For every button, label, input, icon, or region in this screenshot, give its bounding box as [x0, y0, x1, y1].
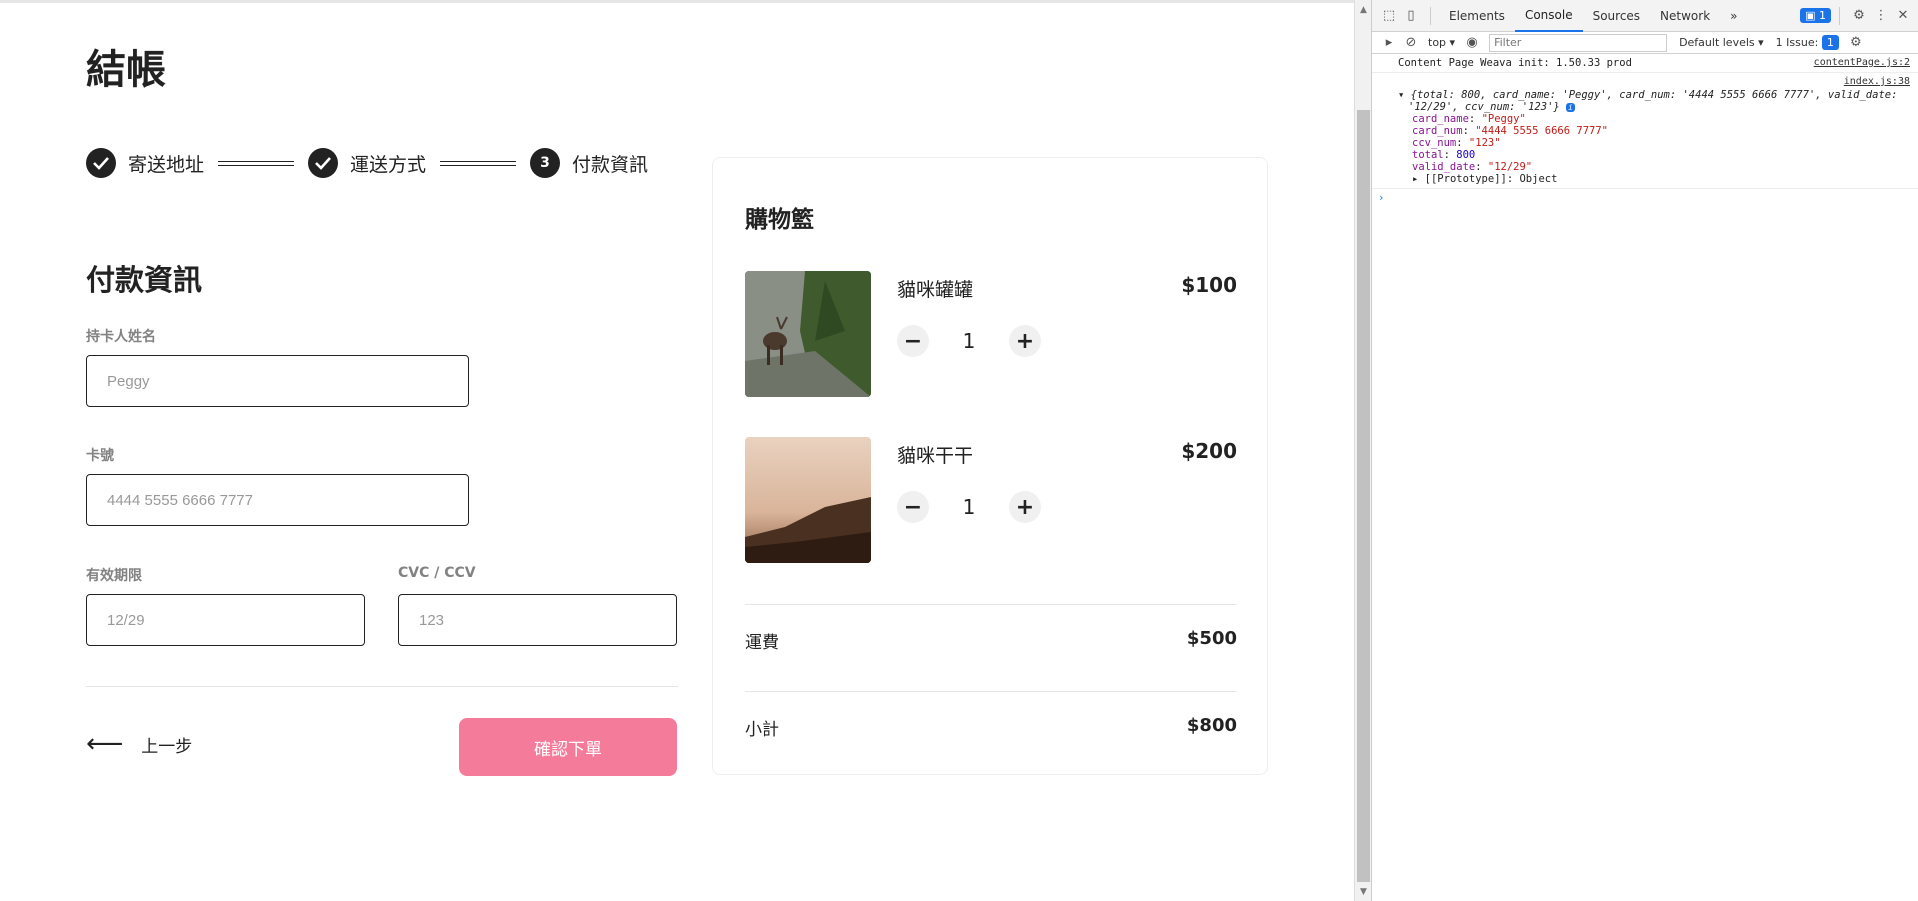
card-number-label: 卡號 — [86, 448, 114, 464]
check-icon — [86, 148, 116, 178]
step-label: 付款資訊 — [572, 153, 649, 176]
property-row: card_name: "Peggy" — [1412, 113, 1526, 125]
back-button[interactable]: ⟵ 上一步 — [86, 731, 192, 757]
console-message: Content Page Weava init: 1.50.33 prod co… — [1372, 54, 1918, 73]
divider — [86, 686, 678, 687]
checkout-page: 結帳 寄送地址 運送方式 3 付款資訊 付款資訊 持卡人姓名 卡號 有效期限 C… — [0, 0, 1354, 901]
inspect-icon[interactable]: ⬚ — [1378, 8, 1400, 23]
property-row: valid_date: "12/29" — [1412, 161, 1533, 173]
object-summary[interactable]: ▾ {total: 800, card_name: 'Peggy', card_… — [1398, 89, 1912, 101]
arrow-left-icon: ⟵ — [86, 729, 124, 759]
step-number: 3 — [530, 148, 561, 178]
check-icon — [308, 148, 339, 178]
expiry-label: 有效期限 — [86, 568, 142, 584]
shipping-value: $500 — [1186, 628, 1237, 649]
step-connector — [440, 160, 517, 166]
info-icon: i — [1566, 103, 1575, 112]
prototype-row[interactable]: ▸ [[Prototype]]: Object — [1412, 173, 1912, 185]
card-number-input[interactable] — [86, 474, 469, 526]
device-toggle-icon[interactable]: ▯ — [1400, 8, 1422, 23]
back-label: 上一步 — [141, 736, 193, 757]
cart-item: 貓咪干干 $200 − 1 + — [745, 437, 1237, 563]
page-scrollbar[interactable]: ▲ ▼ — [1354, 0, 1371, 901]
tab-console[interactable]: Console — [1514, 0, 1583, 32]
minus-icon[interactable]: − — [897, 325, 929, 357]
step-connector — [218, 160, 295, 166]
tab-sources[interactable]: Sources — [1583, 0, 1650, 32]
source-link[interactable]: contentPage.js:2 — [1814, 57, 1910, 68]
scrollbar-thumb[interactable] — [1357, 110, 1370, 882]
subtotal-label: 小計 — [745, 720, 779, 740]
divider — [745, 604, 1237, 605]
divider — [745, 691, 1237, 692]
scroll-up-icon[interactable]: ▲ — [1355, 2, 1372, 19]
item-name: 貓咪罐罐 — [897, 279, 974, 301]
expiry-input[interactable] — [86, 594, 365, 646]
shipping-label: 運費 — [745, 633, 779, 653]
context-select[interactable]: top ▾ — [1422, 36, 1461, 49]
console-output: Content Page Weava init: 1.50.33 prod co… — [1372, 54, 1918, 207]
card-name-input[interactable] — [86, 355, 469, 407]
cart-item: 貓咪罐罐 $100 − 1 + — [745, 271, 1237, 397]
item-quantity: 1 — [962, 495, 976, 519]
object-properties: card_name: "Peggy" card_num: "4444 5555 … — [1398, 113, 1912, 185]
clear-console-icon[interactable]: ⊘ — [1400, 35, 1422, 50]
plus-icon[interactable]: + — [1009, 325, 1041, 357]
step-label: 運送方式 — [350, 153, 427, 176]
more-tabs-button[interactable]: » — [1720, 0, 1747, 32]
property-row: card_num: "4444 5555 6666 7777" — [1412, 125, 1608, 137]
devtools-tabbar: ⬚ ▯ Elements Console Sources Network » ▣… — [1372, 0, 1918, 32]
product-image — [745, 437, 871, 563]
tab-elements[interactable]: Elements — [1439, 0, 1515, 32]
ccv-input[interactable] — [398, 594, 677, 646]
quantity-stepper: − 1 + — [897, 491, 1041, 523]
shipping-row: 運費 $500 — [745, 628, 1237, 653]
ccv-label: CVC / CCV — [398, 565, 476, 581]
cart-title: 購物籃 — [745, 207, 814, 233]
property-row: total: 800 — [1412, 149, 1476, 161]
card-name-label: 持卡人姓名 — [86, 329, 156, 345]
item-price: $200 — [1181, 439, 1237, 463]
checkout-stepper: 寄送地址 運送方式 3 付款資訊 — [86, 147, 648, 179]
console-toolbar: ▸ ⊘ top ▾ ◉ Default levels ▾ 1 Issue: 1 … — [1372, 32, 1918, 54]
product-image — [745, 271, 871, 397]
devtools-panel: ⬚ ▯ Elements Console Sources Network » ▣… — [1371, 0, 1918, 901]
minus-icon[interactable]: − — [897, 491, 929, 523]
eye-icon[interactable]: ◉ — [1461, 35, 1483, 50]
page-title: 結帳 — [86, 47, 166, 93]
item-price: $100 — [1181, 273, 1237, 297]
source-link[interactable]: index.js:38 — [1844, 76, 1910, 87]
item-name: 貓咪干干 — [897, 445, 974, 467]
tab-network[interactable]: Network — [1650, 0, 1720, 32]
sidebar-toggle-icon[interactable]: ▸ — [1378, 35, 1400, 50]
console-settings-icon[interactable]: ⚙ — [1845, 35, 1867, 50]
step-payment: 3 付款資訊 — [530, 148, 648, 178]
gear-icon[interactable]: ⚙ — [1848, 8, 1870, 23]
scroll-down-icon[interactable]: ▼ — [1355, 884, 1372, 901]
confirm-order-button[interactable]: 確認下單 — [459, 718, 677, 776]
close-icon[interactable]: ✕ — [1892, 8, 1914, 23]
issues-button[interactable]: 1 Issue: 1 — [1770, 35, 1845, 50]
item-quantity: 1 — [962, 329, 976, 353]
step-label: 寄送地址 — [128, 153, 205, 176]
console-prompt[interactable]: › — [1372, 189, 1918, 207]
messages-badge[interactable]: ▣ 1 — [1800, 8, 1831, 23]
subtotal-value: $800 — [1186, 715, 1237, 736]
section-title: 付款資訊 — [86, 263, 203, 297]
console-message: index.js:38 ▾ {total: 800, card_name: 'P… — [1372, 73, 1918, 189]
log-levels-select[interactable]: Default levels ▾ — [1673, 36, 1770, 49]
plus-icon[interactable]: + — [1009, 491, 1041, 523]
step-address: 寄送地址 — [86, 148, 204, 178]
object-summary-cont: '12/29', ccv_num: '123'} — [1408, 101, 1560, 113]
subtotal-row: 小計 $800 — [745, 715, 1237, 740]
step-shipping: 運送方式 — [308, 148, 426, 178]
cart-panel: 購物籃 貓咪罐罐 $100 − 1 + 貓咪干干 $200 − 1 + 運費 $… — [712, 157, 1268, 775]
quantity-stepper: − 1 + — [897, 325, 1041, 357]
console-filter-input[interactable] — [1489, 33, 1668, 52]
kebab-menu-icon[interactable]: ⋮ — [1870, 8, 1892, 23]
property-row: ccv_num: "123" — [1412, 137, 1501, 149]
